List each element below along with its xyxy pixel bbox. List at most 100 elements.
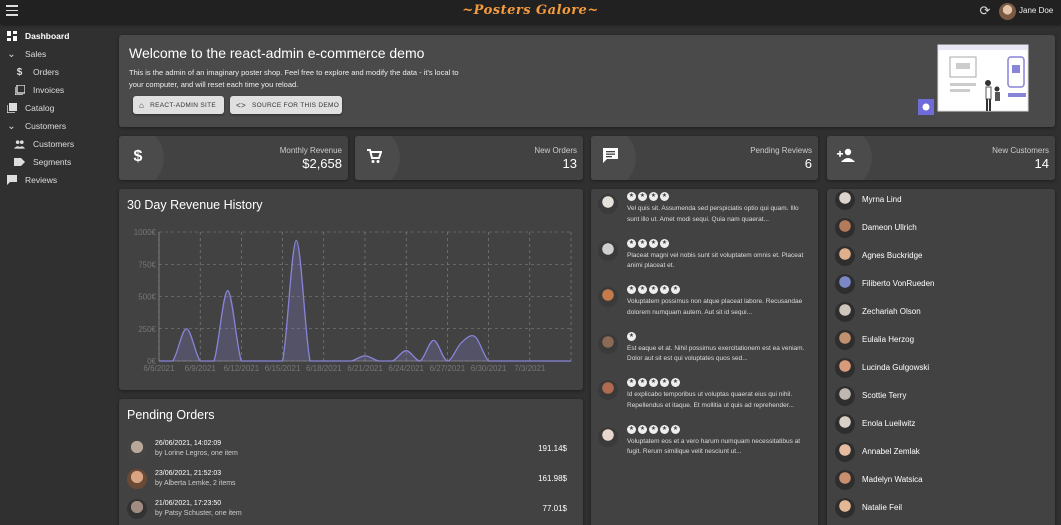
sidebar-item-label: Customers <box>25 121 67 131</box>
order-date: 21/06/2021, 17:23:50 <box>155 500 222 507</box>
avatar <box>127 469 147 489</box>
order-row[interactable]: 23/06/2021, 21:52:03 by Alberta Lemke, 2… <box>127 467 575 495</box>
revenue-chart: 1000€750€500€250€0€6/6/2021 6/9/2021 6/12/… <box>134 228 572 373</box>
sidebar-item-label: Reviews <box>25 175 58 185</box>
customer-item[interactable]: Scottie Terry <box>835 384 1047 412</box>
star-icon: ★ <box>649 424 658 434</box>
shopping-cart-icon <box>365 148 383 166</box>
x-tick-label: 6/21/2021 <box>347 364 383 373</box>
star-icon: ★ <box>649 378 658 387</box>
x-tick-label: 6/15/2021 <box>265 364 301 373</box>
dollar-icon: $ <box>16 66 23 78</box>
pending-reviews-card: Pending Reviews 6 <box>591 136 818 180</box>
new-customers-card: New Customers 14 <box>827 136 1055 180</box>
sidebar-item-segments[interactable]: Segments <box>0 153 115 171</box>
rating-stars: ★ <box>627 331 636 341</box>
sidebar-item-dashboard[interactable]: Dashboard <box>0 27 115 45</box>
user-avatar[interactable] <box>999 3 1016 20</box>
react-admin-site-button[interactable]: ⌂ REACT-ADMIN SITE <box>133 96 224 114</box>
customer-item[interactable]: Eulalia Herzog <box>835 328 1047 356</box>
welcome-card: Welcome to the react-admin e-commerce de… <box>119 35 1055 127</box>
button-label: SOURCE FOR THIS DEMO <box>251 101 340 109</box>
star-icon: ★ <box>660 424 669 434</box>
customer-item[interactable]: Natalie Feil <box>835 496 1047 524</box>
pending-reviews-list: ★ ★ ★ ★ Vel quis sit. Assumenda sed perspici… <box>591 189 818 525</box>
customer-item[interactable]: Lucinda Gulgowski <box>835 356 1047 384</box>
star-icon: ★ <box>627 192 636 201</box>
order-row[interactable]: 26/06/2021, 14:02:09 by Lorine Legros, o… <box>127 437 575 465</box>
customer-name: Dameon Ullrich <box>862 223 917 232</box>
avatar <box>835 246 855 266</box>
customer-name: Natalie Feil <box>862 503 903 512</box>
sidebar-item-label: Dashboard <box>25 31 70 41</box>
avatar <box>598 287 618 307</box>
star-icon: ★ <box>660 285 669 294</box>
stat-value: $2,658 <box>302 156 342 171</box>
comment-icon <box>6 175 17 186</box>
person-add-icon <box>837 148 855 166</box>
x-tick-label: 6/18/2021 <box>306 364 342 373</box>
avatar <box>835 470 855 490</box>
review-item[interactable]: ★ ★ ★ ★ Vel quis sit. Assumenda sed perspici… <box>598 192 813 242</box>
customer-item[interactable]: Annabel Zemlak <box>835 440 1047 468</box>
refresh-icon[interactable]: ⟳ <box>978 4 992 18</box>
rating-stars: ★ ★ ★ ★ ★ <box>627 424 680 434</box>
customer-name: Annabel Zemlak <box>862 447 920 456</box>
avatar <box>835 330 855 350</box>
sidebar-item-catalog[interactable]: Catalog <box>0 99 115 117</box>
sidebar: Dashboard ⌄ Sales $ Orders Invoices Cata… <box>0 24 115 189</box>
review-text: Placeat magni vel nobis sunt sit volupta… <box>627 251 804 270</box>
review-item[interactable]: ★ ★ ★ ★ ★ Voluptatem eos et a vero harum numq… <box>598 424 813 475</box>
star-icon: ★ <box>627 424 636 434</box>
customer-name: Myrna Lind <box>862 195 902 204</box>
order-date: 23/06/2021, 21:52:03 <box>155 470 222 477</box>
avatar <box>598 194 618 214</box>
sidebar-group-customers[interactable]: ⌄ Customers <box>0 117 115 135</box>
dashboard-icon <box>6 31 17 42</box>
review-text: Voluptatem eos et a vero harum numquam n… <box>627 437 801 456</box>
source-demo-button[interactable]: <> SOURCE FOR THIS DEMO <box>230 96 342 114</box>
monthly-revenue-card: $ Monthly Revenue $2,658 <box>119 136 348 180</box>
review-item[interactable]: ★ ★ ★ ★ ★ Id explicabo temporibus ut voluptas… <box>598 378 813 428</box>
review-text: Id explicabo temporibus ut voluptas quae… <box>627 391 794 409</box>
new-orders-card: New Orders 13 <box>355 136 583 180</box>
avatar <box>598 240 618 261</box>
customer-item[interactable]: Zechariah Olson <box>835 300 1047 328</box>
avatar <box>598 426 618 447</box>
customer-item[interactable]: Enola Lueilwitz <box>835 412 1047 440</box>
star-icon: ★ <box>671 378 680 387</box>
customer-item[interactable]: Madelyn Watsica <box>835 468 1047 496</box>
stat-label: Monthly Revenue <box>279 146 342 155</box>
stat-value: 6 <box>804 156 812 171</box>
sidebar-item-label: Catalog <box>25 103 55 113</box>
review-item[interactable]: ★ Est eaque et at. Nihil possimus exercit… <box>598 331 813 382</box>
avatar <box>835 218 855 238</box>
y-tick-label: 750€ <box>138 260 156 269</box>
customer-item[interactable]: Agnes Buckridge <box>835 244 1047 272</box>
customer-item[interactable]: Filiberto VonRueden <box>835 272 1047 300</box>
rating-stars: ★ ★ ★ ★ <box>627 192 669 201</box>
home-icon: ⌂ <box>139 100 145 110</box>
customer-item[interactable]: Myrna Lind <box>835 188 1047 216</box>
review-text: Voluptatem possimus non atque placeat la… <box>627 298 803 316</box>
welcome-title: Welcome to the react-admin e-commerce de… <box>129 45 425 61</box>
order-amount: 77.01$ <box>542 504 567 513</box>
user-name[interactable]: Jane Doe <box>1019 6 1053 15</box>
review-item[interactable]: ★ ★ ★ ★ ★ Voluptatem possimus non atque place… <box>598 285 813 335</box>
pending-orders-card: Pending Orders 26/06/2021, 14:02:09 by L… <box>119 399 583 525</box>
order-row[interactable]: 21/06/2021, 17:23:50 by Patsy Schuster, … <box>127 497 575 525</box>
rating-stars: ★ ★ ★ ★ ★ <box>627 285 680 294</box>
customer-item[interactable]: Dameon Ullrich <box>835 216 1047 244</box>
review-item[interactable]: ★ ★ ★ ★ Placeat magni vel nobis sunt sit vol… <box>598 238 813 289</box>
sidebar-item-reviews[interactable]: Reviews <box>0 171 115 189</box>
invoices-icon <box>14 85 25 96</box>
order-customer: by Alberta Lemke, 2 items <box>155 480 236 487</box>
sidebar-item-invoices[interactable]: Invoices <box>0 81 115 99</box>
sidebar-group-sales[interactable]: ⌄ Sales <box>0 45 115 63</box>
x-tick-label: 6/12/2021 <box>224 364 260 373</box>
sidebar-item-orders[interactable]: $ Orders <box>0 63 115 81</box>
code-icon: <> <box>236 100 246 110</box>
rating-stars: ★ ★ ★ ★ <box>627 238 669 248</box>
star-icon: ★ <box>638 285 647 294</box>
sidebar-item-customers[interactable]: Customers <box>0 135 115 153</box>
